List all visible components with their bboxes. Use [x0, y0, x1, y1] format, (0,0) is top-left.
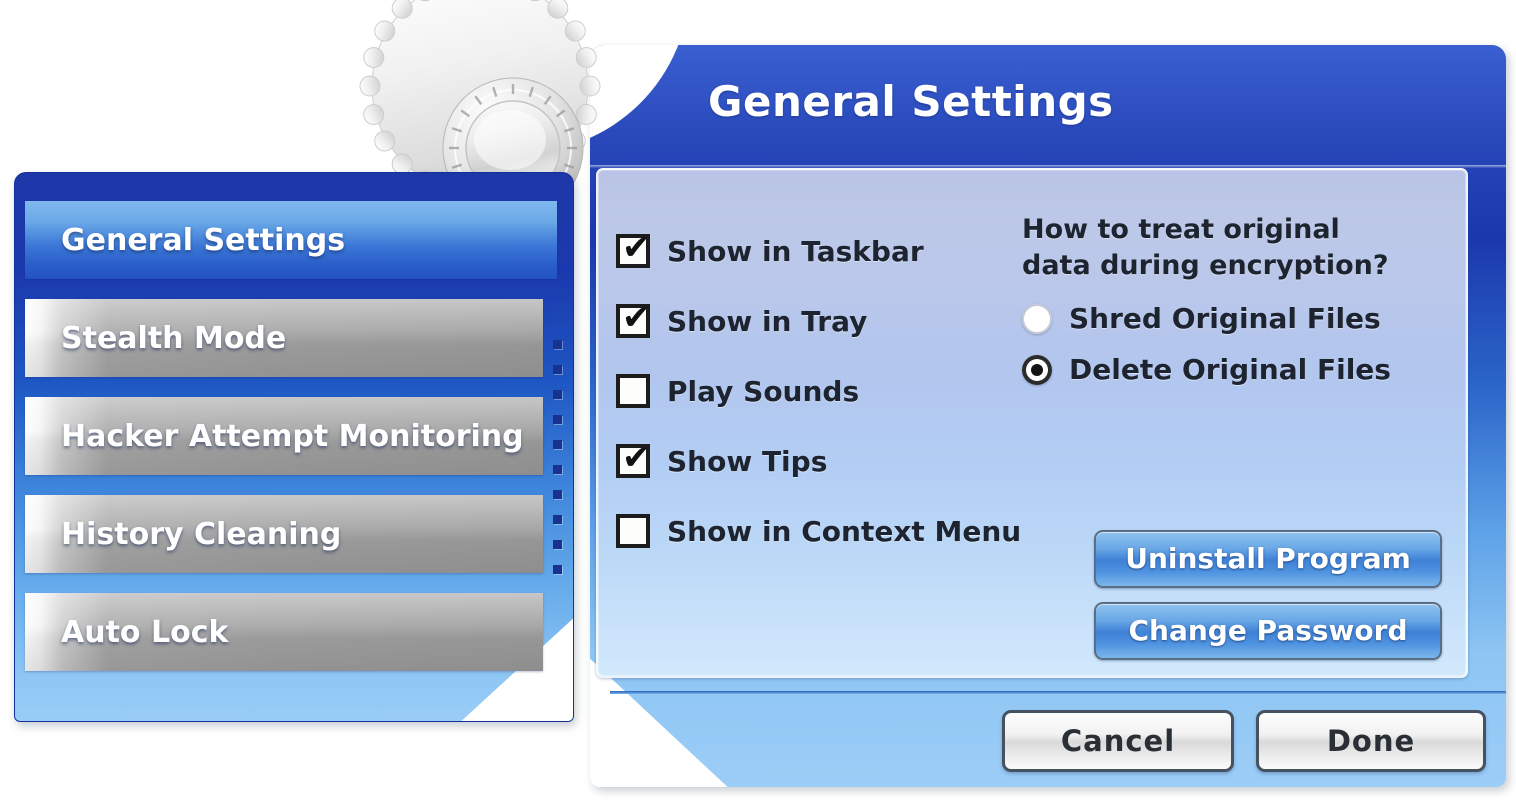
- window-header: General Settings: [590, 45, 1506, 163]
- sidebar-item-list: General Settings Stealth Mode Hacker Att…: [25, 201, 557, 691]
- checkbox-row-show-in-taskbar[interactable]: ✔ Show in Taskbar: [616, 216, 1036, 286]
- separator-dot: [553, 365, 562, 374]
- checkbox-row-show-tips[interactable]: ✔ Show Tips: [616, 426, 1036, 496]
- page-title: General Settings: [708, 77, 1114, 126]
- separator-dot: [553, 340, 562, 349]
- checkbox-show-in-context-menu[interactable]: [616, 514, 650, 548]
- radio-question-line-2: data during encryption?: [1022, 250, 1389, 281]
- settings-content-panel: ✔ Show in Taskbar ✔ Show in Tray Play So…: [596, 168, 1468, 678]
- radio-label: Delete Original Files: [1069, 353, 1391, 386]
- sidebar-item-label: General Settings: [61, 222, 346, 258]
- sidebar-item-history-cleaning[interactable]: History Cleaning: [25, 495, 543, 573]
- checkbox-label: Play Sounds: [667, 374, 860, 408]
- separator-dot: [553, 515, 562, 524]
- footer-button-group: Cancel Done: [1002, 710, 1486, 772]
- checkbox-group: ✔ Show in Taskbar ✔ Show in Tray Play So…: [616, 216, 1036, 566]
- change-password-button[interactable]: Change Password: [1094, 602, 1442, 660]
- done-button[interactable]: Done: [1256, 710, 1486, 772]
- separator-dot: [553, 490, 562, 499]
- uninstall-program-button[interactable]: Uninstall Program: [1094, 530, 1442, 588]
- separator-dot: [553, 415, 562, 424]
- checkbox-row-show-in-context-menu[interactable]: Show in Context Menu: [616, 496, 1036, 566]
- radio-label: Shred Original Files: [1069, 302, 1381, 335]
- radio-group-question: How to treat original data during encryp…: [1022, 212, 1452, 284]
- cancel-button[interactable]: Cancel: [1002, 710, 1234, 772]
- action-button-group: Uninstall Program Change Password: [1094, 516, 1442, 660]
- checkbox-label: Show in Context Menu: [667, 514, 1022, 548]
- sidebar-item-auto-lock[interactable]: Auto Lock: [25, 593, 543, 671]
- checkbox-label: Show in Tray: [667, 304, 868, 338]
- dotted-separator: [553, 340, 565, 590]
- radio-row-delete-original-files[interactable]: Delete Original Files: [1022, 353, 1452, 386]
- sidebar-item-general-settings[interactable]: General Settings: [25, 201, 557, 279]
- radio-delete-original-files[interactable]: [1022, 354, 1052, 385]
- screen-root: General Settings Cancel Done ✔ Show in T…: [0, 0, 1516, 800]
- checkbox-row-play-sounds[interactable]: Play Sounds: [616, 356, 1036, 426]
- sidebar-item-label: Auto Lock: [61, 614, 229, 650]
- check-icon: ✔: [622, 298, 651, 338]
- checkbox-show-in-tray[interactable]: ✔: [616, 298, 651, 338]
- original-data-radio-group: How to treat original data during encryp…: [1022, 212, 1452, 386]
- check-icon: ✔: [622, 228, 651, 268]
- footer-bar: Cancel Done: [590, 691, 1506, 787]
- sidebar-item-hacker-attempt-monitoring[interactable]: Hacker Attempt Monitoring: [25, 397, 543, 475]
- separator-dot: [553, 390, 562, 399]
- checkbox-show-in-taskbar[interactable]: ✔: [616, 228, 651, 268]
- checkbox-play-sounds[interactable]: [616, 374, 650, 408]
- navigation-sidebar: General Settings Stealth Mode Hacker Att…: [14, 172, 574, 722]
- sidebar-item-stealth-mode[interactable]: Stealth Mode: [25, 299, 543, 377]
- sidebar-item-label: Stealth Mode: [61, 320, 287, 356]
- radio-question-line-1: How to treat original: [1022, 214, 1340, 245]
- separator-dot: [553, 465, 562, 474]
- check-icon: ✔: [622, 438, 651, 478]
- radio-row-shred-original-files[interactable]: Shred Original Files: [1022, 302, 1452, 335]
- separator-dot: [553, 565, 562, 574]
- checkbox-label: Show Tips: [667, 444, 828, 478]
- separator-dot: [553, 540, 562, 549]
- sidebar-item-label: History Cleaning: [61, 516, 342, 552]
- checkbox-row-show-in-tray[interactable]: ✔ Show in Tray: [616, 286, 1036, 356]
- sidebar-item-label: Hacker Attempt Monitoring: [61, 418, 524, 454]
- checkbox-label: Show in Taskbar: [667, 234, 924, 268]
- checkbox-show-tips[interactable]: ✔: [616, 438, 651, 478]
- footer-divider: [610, 691, 1506, 694]
- separator-dot: [553, 440, 562, 449]
- radio-shred-original-files[interactable]: [1022, 303, 1052, 334]
